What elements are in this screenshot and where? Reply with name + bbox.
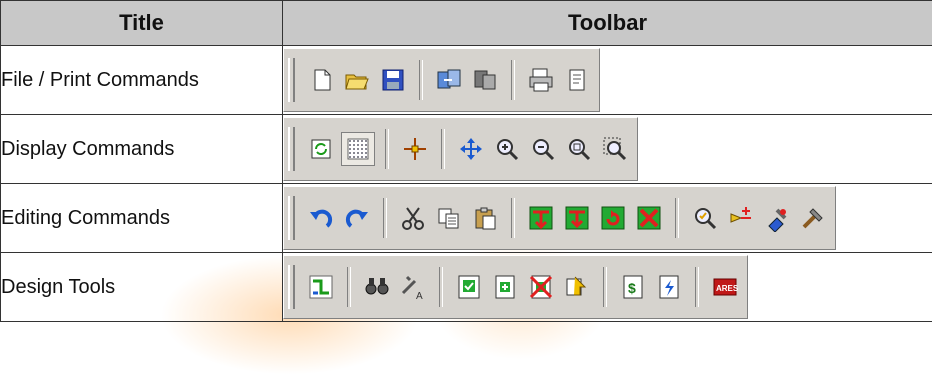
toolbar-grip[interactable] [288, 127, 295, 171]
zoom-out-icon[interactable] [527, 133, 559, 165]
origin-icon[interactable] [399, 133, 431, 165]
block-rotate-icon[interactable] [597, 202, 629, 234]
toolbar-separator [511, 60, 515, 100]
grid-icon[interactable] [341, 132, 375, 166]
block-delete-icon[interactable] [633, 202, 665, 234]
column-header-toolbar: Toolbar [283, 1, 932, 46]
display-toolbar [283, 117, 638, 181]
toolbar-table: Title Toolbar File / Print Commands Disp… [0, 0, 932, 322]
property-tool-icon[interactable]: A [397, 271, 429, 303]
wire-autoroute-icon[interactable] [305, 271, 337, 303]
zoom-area-icon[interactable] [599, 133, 631, 165]
new-sheet-icon[interactable] [489, 271, 521, 303]
design-tools-toolbar: A $ ARES [283, 255, 748, 319]
column-header-title: Title [1, 1, 283, 46]
row-title: Display Commands [1, 115, 283, 184]
toolbar-separator [441, 129, 445, 169]
search-tag-icon[interactable] [361, 271, 393, 303]
table-row: Editing Commands [1, 184, 932, 253]
save-icon[interactable] [377, 64, 409, 96]
bill-of-materials-icon[interactable]: $ [617, 271, 649, 303]
row-title: Editing Commands [1, 184, 283, 253]
remove-sheet-icon[interactable] [525, 271, 557, 303]
table-row: Design Tools A $ ARES [1, 253, 932, 322]
pan-icon[interactable] [455, 133, 487, 165]
decompose-icon[interactable] [797, 202, 829, 234]
make-device-icon[interactable] [725, 202, 757, 234]
table-row: File / Print Commands [1, 46, 932, 115]
electrical-rule-check-icon[interactable] [453, 271, 485, 303]
toolbar-separator [383, 198, 387, 238]
svg-text:$: $ [628, 280, 636, 296]
toolbar-separator [419, 60, 423, 100]
package-tool-icon[interactable] [761, 202, 793, 234]
netlist-icon[interactable] [653, 271, 685, 303]
table-row: Display Commands [1, 115, 932, 184]
toolbar-separator [347, 267, 351, 307]
toolbar-separator [511, 198, 515, 238]
toolbar-separator [439, 267, 443, 307]
toolbar-grip[interactable] [288, 265, 295, 309]
export-icon[interactable] [469, 64, 501, 96]
undo-icon[interactable] [305, 202, 337, 234]
block-move-icon[interactable] [561, 202, 593, 234]
import-icon[interactable] [433, 64, 465, 96]
file-print-toolbar [283, 48, 600, 112]
toolbar-separator [695, 267, 699, 307]
zoom-all-icon[interactable] [563, 133, 595, 165]
block-copy-icon[interactable] [525, 202, 557, 234]
print-icon[interactable] [525, 64, 557, 96]
new-file-icon[interactable] [305, 64, 337, 96]
svg-text:ARES: ARES [716, 284, 739, 293]
redo-icon[interactable] [341, 202, 373, 234]
copy-icon[interactable] [433, 202, 465, 234]
pick-device-icon[interactable] [689, 202, 721, 234]
row-title: Design Tools [1, 253, 283, 322]
toolbar-separator [385, 129, 389, 169]
ares-icon[interactable]: ARES [709, 271, 741, 303]
print-preview-icon[interactable] [561, 64, 593, 96]
toolbar-grip[interactable] [288, 58, 295, 102]
goto-sheet-icon[interactable] [561, 271, 593, 303]
svg-text:A: A [416, 291, 423, 301]
toolbar-separator [675, 198, 679, 238]
editing-toolbar [283, 186, 836, 250]
paste-icon[interactable] [469, 202, 501, 234]
cut-icon[interactable] [397, 202, 429, 234]
toolbar-grip[interactable] [288, 196, 295, 240]
redraw-icon[interactable] [305, 133, 337, 165]
open-folder-icon[interactable] [341, 64, 373, 96]
zoom-in-icon[interactable] [491, 133, 523, 165]
toolbar-separator [603, 267, 607, 307]
row-title: File / Print Commands [1, 46, 283, 115]
